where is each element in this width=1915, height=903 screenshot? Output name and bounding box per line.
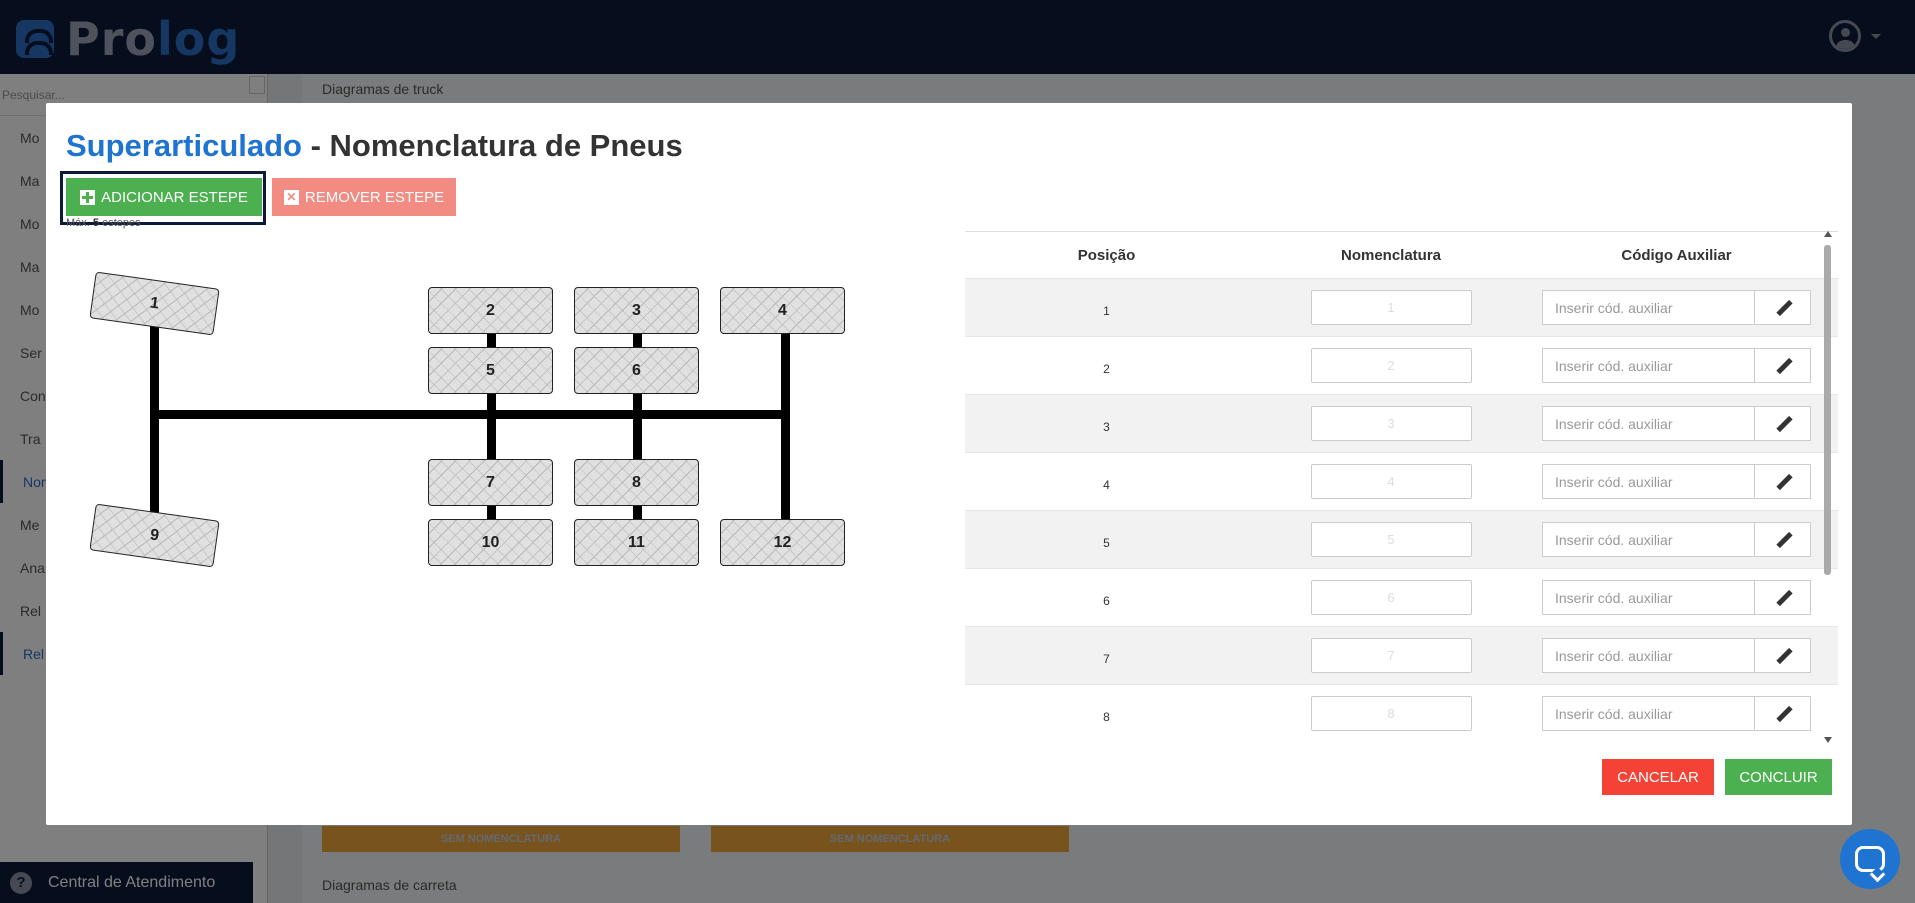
chat-icon [1855, 846, 1885, 872]
nomenclature-input[interactable] [1310, 290, 1472, 325]
pencil-icon [1775, 358, 1791, 374]
aux-code-cell [1534, 638, 1819, 673]
position-cell: 6 [1103, 593, 1110, 608]
pencil-icon [1775, 706, 1791, 722]
add-spare-button[interactable]: ADICIONAR ESTEPE [66, 178, 262, 216]
cancel-button[interactable]: CANCELAR [1602, 759, 1714, 795]
tire-nomenclature-modal: Superarticulado - Nomenclatura de Pneus … [46, 103, 1852, 825]
pencil-icon [1775, 648, 1791, 664]
aux-code-input[interactable] [1542, 696, 1754, 731]
nomenclature-cell [1248, 638, 1534, 673]
tire-5[interactable]: 5 [428, 347, 553, 394]
nomenclature-cell [1248, 696, 1534, 731]
tire-7[interactable]: 7 [428, 459, 553, 506]
edit-button[interactable] [1754, 290, 1811, 325]
nomenclature-input[interactable] [1310, 580, 1472, 615]
aux-code-input[interactable] [1542, 348, 1754, 383]
nomenclature-input[interactable] [1310, 696, 1472, 731]
edit-button[interactable] [1754, 406, 1811, 441]
aux-code-cell [1534, 696, 1819, 731]
aux-code-cell [1534, 290, 1819, 325]
nomenclature-table: Posição Nomenclatura Código Auxiliar 1 2 3… [965, 231, 1838, 751]
pencil-icon [1775, 300, 1791, 316]
edit-button[interactable] [1754, 348, 1811, 383]
position-cell: 4 [1103, 477, 1110, 492]
tire-8[interactable]: 8 [574, 459, 699, 506]
aux-code-input[interactable] [1542, 580, 1754, 615]
position-cell: 2 [1103, 361, 1110, 376]
nomenclature-cell [1248, 464, 1534, 499]
nomenclature-cell [1248, 348, 1534, 383]
table-row: 8 [965, 684, 1838, 742]
position-cell: 7 [1103, 651, 1110, 666]
aux-code-input[interactable] [1542, 406, 1754, 441]
table-row: 7 [965, 626, 1838, 684]
conclude-button[interactable]: CONCLUIR [1725, 759, 1832, 795]
edit-button[interactable] [1754, 580, 1811, 615]
aux-code-cell [1534, 406, 1819, 441]
nomenclature-cell [1248, 580, 1534, 615]
header-position: Posição [1077, 246, 1136, 264]
aux-code-input[interactable] [1542, 522, 1754, 557]
table-row: 5 [965, 510, 1838, 568]
tire-4[interactable]: 4 [720, 287, 845, 334]
aux-code-input[interactable] [1542, 290, 1754, 325]
nomenclature-cell [1248, 406, 1534, 441]
pencil-icon [1775, 416, 1791, 432]
tire-2[interactable]: 2 [428, 287, 553, 334]
tire-9[interactable]: 9 [89, 503, 220, 568]
aux-code-cell [1534, 464, 1819, 499]
max-spares-note: Máx. 5 estepes [66, 217, 141, 229]
tire-1[interactable]: 1 [89, 271, 220, 336]
tire-6[interactable]: 6 [574, 347, 699, 394]
nomenclature-input[interactable] [1310, 464, 1472, 499]
header-nomenclature: Nomenclatura [1340, 246, 1442, 264]
table-row: 2 [965, 336, 1838, 394]
edit-button[interactable] [1754, 464, 1811, 499]
scroll-up-arrow[interactable] [1824, 231, 1832, 237]
position-cell: 3 [1103, 419, 1110, 434]
nomenclature-input[interactable] [1310, 522, 1472, 557]
table-header: Posição Nomenclatura Código Auxiliar [965, 231, 1838, 278]
axle-diagram: 1 2 3 4 5 6 7 8 9 10 11 12 [66, 243, 926, 683]
axle-bar [781, 305, 790, 523]
table-row: 3 [965, 394, 1838, 452]
pencil-icon [1775, 474, 1791, 490]
aux-code-cell [1534, 522, 1819, 557]
header-aux-code: Código Auxiliar [1621, 246, 1732, 264]
tire-3[interactable]: 3 [574, 287, 699, 334]
aux-code-cell [1534, 580, 1819, 615]
plus-icon [80, 189, 96, 205]
axle-bar [150, 410, 790, 419]
chat-button[interactable] [1840, 829, 1900, 889]
nomenclature-input[interactable] [1310, 348, 1472, 383]
aux-code-input[interactable] [1542, 464, 1754, 499]
edit-button[interactable] [1754, 638, 1811, 673]
tire-12[interactable]: 12 [720, 519, 845, 566]
position-cell: 8 [1103, 709, 1110, 724]
nomenclature-cell [1248, 290, 1534, 325]
edit-button[interactable] [1754, 522, 1811, 557]
aux-code-cell [1534, 348, 1819, 383]
scroll-thumb[interactable] [1824, 245, 1831, 575]
edit-button[interactable] [1754, 696, 1811, 731]
table-row: 1 [965, 278, 1838, 336]
pencil-icon [1775, 532, 1791, 548]
table-scrollbar[interactable] [1822, 231, 1833, 745]
nomenclature-input[interactable] [1310, 638, 1472, 673]
x-icon: ✕ [283, 189, 299, 205]
modal-title: Superarticulado - Nomenclatura de Pneus [66, 128, 683, 163]
table-row: 4 [965, 452, 1838, 510]
nomenclature-cell [1248, 522, 1534, 557]
table-row: 6 [965, 568, 1838, 626]
remove-spare-button[interactable]: ✕ REMOVER ESTEPE [272, 178, 456, 216]
pencil-icon [1775, 590, 1791, 606]
nomenclature-input[interactable] [1310, 406, 1472, 441]
scroll-down-arrow[interactable] [1824, 737, 1832, 743]
position-cell: 5 [1103, 535, 1110, 550]
tire-10[interactable]: 10 [428, 519, 553, 566]
aux-code-input[interactable] [1542, 638, 1754, 673]
position-cell: 1 [1103, 303, 1110, 318]
tire-11[interactable]: 11 [574, 519, 699, 566]
